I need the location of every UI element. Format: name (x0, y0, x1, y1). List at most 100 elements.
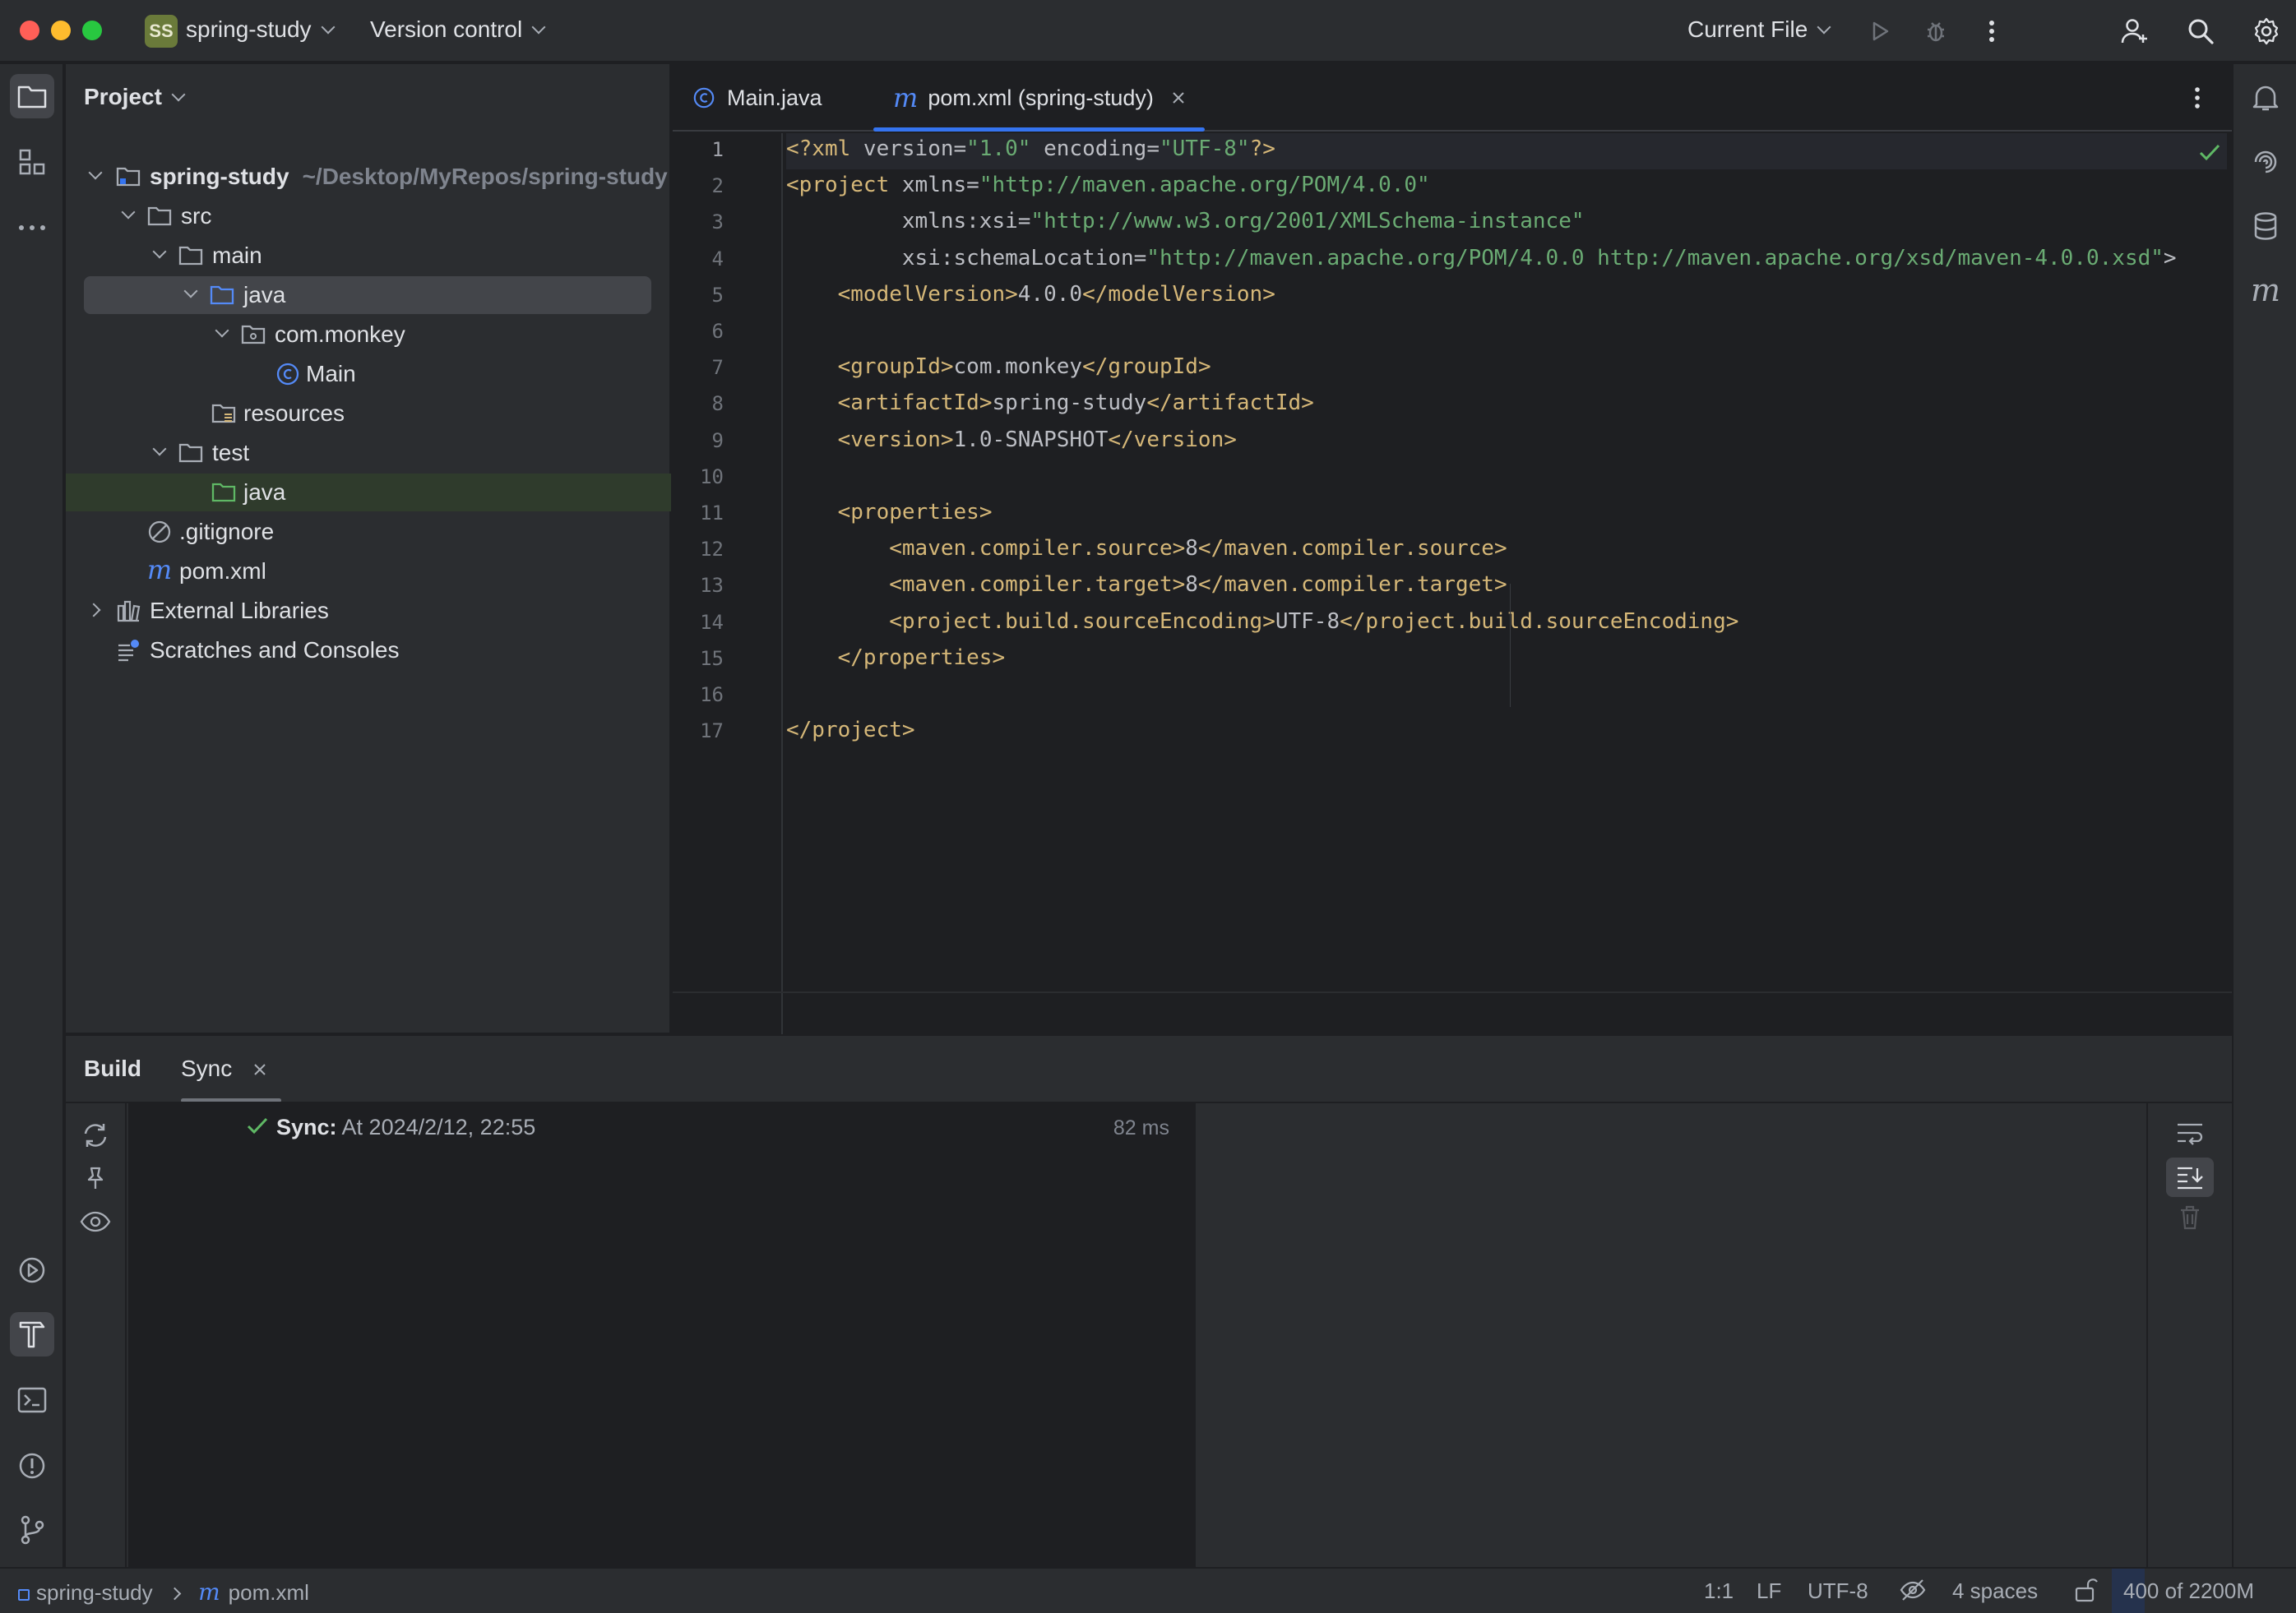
vcs-widget[interactable]: Version control (370, 16, 546, 43)
build-tool-icon[interactable] (10, 1312, 54, 1356)
expand-arrow-icon[interactable] (88, 165, 103, 180)
git-tool-icon[interactable] (10, 1508, 54, 1552)
no-problems-check-icon[interactable] (2199, 143, 2220, 165)
eye-settings-icon[interactable] (80, 1209, 111, 1239)
readonly-lock-icon[interactable] (2074, 1577, 2099, 1609)
title-bar: SS spring-study Version control Current … (0, 0, 2296, 62)
expand-arrow-icon[interactable] (152, 441, 167, 456)
tree-item-spring-study[interactable]: spring-study ~/Desktop/MyRepos/spring-stu… (66, 158, 671, 196)
run-icon[interactable] (1860, 12, 1900, 51)
build-tree: Sync: At 2024/2/12, 22:55 82 ms (128, 1103, 1196, 1569)
services-tool-icon[interactable] (10, 1248, 54, 1292)
tree-item-main-java[interactable]: java (84, 276, 651, 314)
tree-item-pom-xml[interactable]: m pom.xml (66, 552, 671, 590)
zoom-window-button[interactable] (82, 21, 102, 40)
expand-arrow-icon[interactable] (121, 205, 136, 220)
indent-setting[interactable]: 4 spaces (1952, 1578, 2038, 1604)
build-console-output[interactable] (1197, 1103, 2209, 1569)
close-window-button[interactable] (20, 21, 39, 40)
editor-horizontal-scroll[interactable] (673, 991, 2232, 1033)
scroll-to-end-icon[interactable] (2166, 1158, 2214, 1197)
file-encoding[interactable]: UTF-8 (1808, 1578, 1868, 1604)
tab-main-java[interactable]: Main.java (692, 64, 822, 132)
sync-entry-duration: 82 ms (1113, 1116, 1169, 1139)
project-panel-title[interactable]: Project (84, 84, 186, 110)
project-tool-icon[interactable] (10, 74, 54, 118)
line-separator[interactable]: LF (1757, 1578, 1781, 1604)
code-line[interactable]: xsi:schemaLocation="http://maven.apache.… (786, 246, 2177, 270)
more-tools-icon[interactable] (10, 206, 54, 250)
structure-tool-icon[interactable] (10, 140, 54, 184)
breadcrumb-project[interactable]: spring-study (36, 1580, 153, 1605)
run-config-selector[interactable]: Current File (1687, 16, 1831, 43)
code-line[interactable]: <groupId>com.monkey</groupId> (786, 354, 1211, 379)
notifications-bell-icon[interactable] (2243, 76, 2288, 120)
sync-entry-row[interactable]: Sync: At 2024/2/12, 22:55 82 ms (128, 1103, 1196, 1149)
tree-item-main[interactable]: main (66, 237, 671, 275)
terminal-tool-icon[interactable] (10, 1378, 54, 1422)
tree-item-gitignore[interactable]: .gitignore (66, 513, 671, 551)
clear-trash-icon[interactable] (2179, 1205, 2201, 1234)
search-icon[interactable] (2181, 12, 2220, 51)
code-line[interactable]: <?xml version="1.0" encoding="UTF-8"?> (786, 136, 1275, 161)
expand-arrow-icon[interactable] (86, 603, 101, 617)
expand-arrow-icon[interactable] (183, 284, 198, 298)
ai-assistant-icon[interactable] (2243, 140, 2288, 184)
tree-item-scratches[interactable]: Scratches and Consoles (66, 631, 671, 669)
code-line[interactable]: xmlns:xsi="http://www.w3.org/2001/XMLSch… (786, 209, 1585, 233)
maven-tool-icon[interactable]: m (2243, 268, 2288, 312)
tree-item-src[interactable]: src (66, 197, 671, 235)
settings-gear-icon[interactable] (2247, 12, 2286, 51)
code-line[interactable]: <maven.compiler.target>8</maven.compiler… (786, 572, 1507, 597)
caret-position[interactable]: 1:1 (1704, 1578, 1734, 1604)
close-tab-icon[interactable] (253, 1056, 266, 1082)
problems-tool-icon[interactable] (10, 1444, 54, 1488)
tree-item-external-libraries[interactable]: External Libraries (66, 592, 671, 630)
highlighting-eye-icon[interactable] (1900, 1577, 1926, 1609)
sync-refresh-icon[interactable] (81, 1121, 109, 1153)
add-user-icon[interactable] (2115, 12, 2155, 51)
line-number: 6 (711, 320, 724, 343)
code-line[interactable]: <artifactId>spring-study</artifactId> (786, 391, 1314, 415)
project-widget[interactable]: spring-study (186, 16, 336, 43)
more-actions-icon[interactable] (1972, 12, 2011, 51)
success-check-icon (247, 1116, 268, 1139)
code-line[interactable]: </properties> (786, 645, 1006, 670)
source-folder-icon (209, 282, 235, 308)
expand-arrow-icon[interactable] (215, 323, 229, 338)
tree-label: Main (306, 361, 356, 386)
close-tab-icon[interactable] (1172, 91, 1185, 104)
line-number: 9 (711, 428, 724, 452)
code-line[interactable]: <project xmlns="http://maven.apache.org/… (786, 173, 1430, 197)
tab-pom-xml[interactable]: m pom.xml (spring-study) (873, 64, 1205, 132)
database-icon[interactable] (2243, 204, 2288, 248)
minimize-window-button[interactable] (51, 21, 71, 40)
code-line[interactable]: <modelVersion>4.0.0</modelVersion> (786, 282, 1275, 307)
expand-arrow-icon[interactable] (152, 244, 167, 259)
code-line[interactable]: <properties> (786, 500, 993, 525)
code-line[interactable]: <version>1.0-SNAPSHOT</version> (786, 428, 1237, 452)
soft-wrap-icon[interactable] (2176, 1121, 2204, 1150)
code-line[interactable]: </project> (786, 718, 915, 742)
tree-item-test-java[interactable]: java (66, 474, 671, 511)
tab-label: Sync (181, 1056, 233, 1081)
package-icon (240, 321, 266, 348)
code-line[interactable]: <maven.compiler.source>8</maven.compiler… (786, 536, 1507, 561)
breadcrumb: spring-study m pom.xml (18, 1578, 309, 1606)
pin-icon[interactable] (83, 1166, 108, 1195)
breadcrumb-file[interactable]: pom.xml (229, 1580, 309, 1605)
ignore-file-icon (146, 519, 173, 545)
tree-item-com-monkey[interactable]: com.monkey (66, 316, 671, 354)
editor-tabs-more-icon[interactable] (2194, 64, 2201, 132)
tree-item-main-class[interactable]: Main (66, 355, 671, 393)
memory-indicator[interactable]: 400 of 2200M (2112, 1569, 2296, 1613)
maven-icon: m (146, 554, 173, 585)
tree-item-resources[interactable]: resources (66, 395, 671, 432)
tree-label: com.monkey (275, 321, 405, 347)
debug-icon[interactable] (1916, 12, 1956, 51)
tab-sync[interactable]: Sync (181, 1056, 266, 1082)
status-bar: spring-study m pom.xml 1:1 LF UTF-8 4 spa… (0, 1567, 2296, 1613)
project-badge[interactable]: SS (145, 15, 178, 48)
tree-item-test[interactable]: test (66, 434, 671, 472)
code-line[interactable]: <project.build.sourceEncoding>UTF-8</pro… (786, 609, 1738, 634)
